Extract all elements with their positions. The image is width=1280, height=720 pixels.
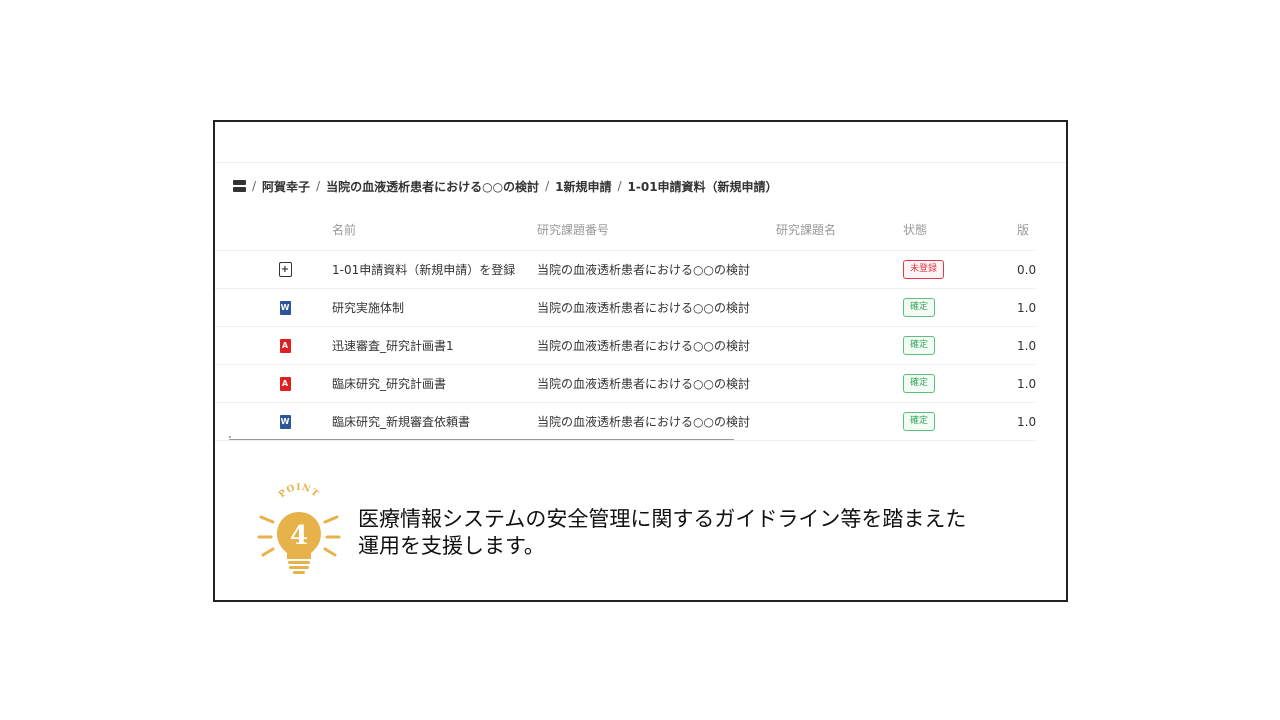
row-version: 1.0 <box>1017 414 1037 429</box>
status-badge: 確定 <box>903 374 936 393</box>
row-name[interactable]: 臨床研究_研究計画書 <box>332 365 446 402</box>
breadcrumb-item-study[interactable]: 当院の血液透析患者における○○の検討 <box>326 178 539 195</box>
breadcrumb: / 阿賀幸子 / 当院の血液透析患者における○○の検討 / 1新規申請 / 1-… <box>233 176 778 196</box>
row-name[interactable]: 臨床研究_新規審査依頼書 <box>332 403 470 440</box>
status-badge: 確定 <box>903 336 936 355</box>
lightbulb-icon: POINT 4 <box>257 483 341 574</box>
breadcrumb-item-current: 1-01申請資料（新規申請） <box>627 179 778 194</box>
slide-frame: / 阿賀幸子 / 当院の血液透析患者における○○の検討 / 1新規申請 / 1-… <box>213 120 1068 602</box>
status-badge: 確定 <box>903 412 936 431</box>
breadcrumb-separator: / <box>316 179 321 193</box>
top-divider <box>215 162 1066 163</box>
row-number: 当院の血液透析患者における○○の検討 <box>537 263 750 277</box>
row-version: 0.0 <box>1017 262 1037 277</box>
point-label-path: POINT <box>277 483 320 500</box>
point-line-1: 医療情報システムの安全管理に関するガイドライン等を踏まえた <box>358 507 967 531</box>
table-header: 名前 研究課題番号 研究課題名 状態 版 <box>215 208 1035 251</box>
home-icon[interactable] <box>233 179 246 193</box>
header-number[interactable]: 研究課題番号 <box>537 208 609 250</box>
point-number: 4 <box>290 521 308 551</box>
table-row[interactable]: W 臨床研究_新規審査依頼書 当院の血液透析患者における○○の検討 確定 1.0 <box>215 403 1037 441</box>
header-name[interactable]: 名前 <box>332 208 356 250</box>
row-number: 当院の血液透析患者における○○の検討 <box>537 415 750 429</box>
point-line-2: 運用を支援します。 <box>358 534 545 558</box>
table-row[interactable]: A 臨床研究_研究計画書 当院の血液透析患者における○○の検討 確定 1.0 <box>215 365 1037 403</box>
row-name[interactable]: 1-01申請資料（新規申請）を登録 <box>332 251 515 288</box>
table-row[interactable]: + 1-01申請資料（新規申請）を登録 当院の血液透析患者における○○の検討 未… <box>215 251 1037 289</box>
status-badge: 確定 <box>903 298 936 317</box>
scroll-dot <box>229 436 231 438</box>
breadcrumb-separator: / <box>545 179 550 193</box>
horizontal-scrollbar[interactable] <box>229 439 734 440</box>
breadcrumb-separator: / <box>252 179 257 193</box>
pdf-file-icon: A <box>279 376 291 391</box>
word-file-icon: W <box>279 300 291 315</box>
row-version: 1.0 <box>1017 338 1037 353</box>
word-file-icon: W <box>279 414 291 429</box>
pdf-file-icon: A <box>279 338 291 353</box>
breadcrumb-separator: / <box>617 179 622 193</box>
row-number: 当院の血液透析患者における○○の検討 <box>537 377 750 391</box>
row-number: 当院の血液透析患者における○○の検討 <box>537 339 750 353</box>
row-name[interactable]: 研究実施体制 <box>332 289 404 326</box>
table-row[interactable]: W 研究実施体制 当院の血液透析患者における○○の検討 確定 1.0 <box>215 289 1037 327</box>
point-label: POINT <box>277 483 321 500</box>
row-number: 当院の血液透析患者における○○の検討 <box>537 301 750 315</box>
table-row[interactable]: A 迅速審査_研究計画書1 当院の血液透析患者における○○の検討 確定 1.0 <box>215 327 1037 365</box>
header-version[interactable]: 版 <box>1017 208 1029 250</box>
header-status[interactable]: 状態 <box>903 208 927 250</box>
status-badge: 未登録 <box>903 260 945 279</box>
row-version: 1.0 <box>1017 376 1037 391</box>
document-table: 名前 研究課題番号 研究課題名 状態 版 + 1-01申請資料（新規申請）を登録… <box>215 208 1037 441</box>
row-version: 1.0 <box>1017 300 1037 315</box>
add-file-icon[interactable]: + <box>278 262 292 277</box>
point-description: 医療情報システムの安全管理に関するガイドライン等を踏まえた 運用を支援します。 <box>358 506 966 560</box>
breadcrumb-item-application[interactable]: 1新規申請 <box>555 178 611 195</box>
header-title[interactable]: 研究課題名 <box>776 208 836 250</box>
row-name[interactable]: 迅速審査_研究計画書1 <box>332 327 454 364</box>
breadcrumb-item-user[interactable]: 阿賀幸子 <box>262 178 310 195</box>
